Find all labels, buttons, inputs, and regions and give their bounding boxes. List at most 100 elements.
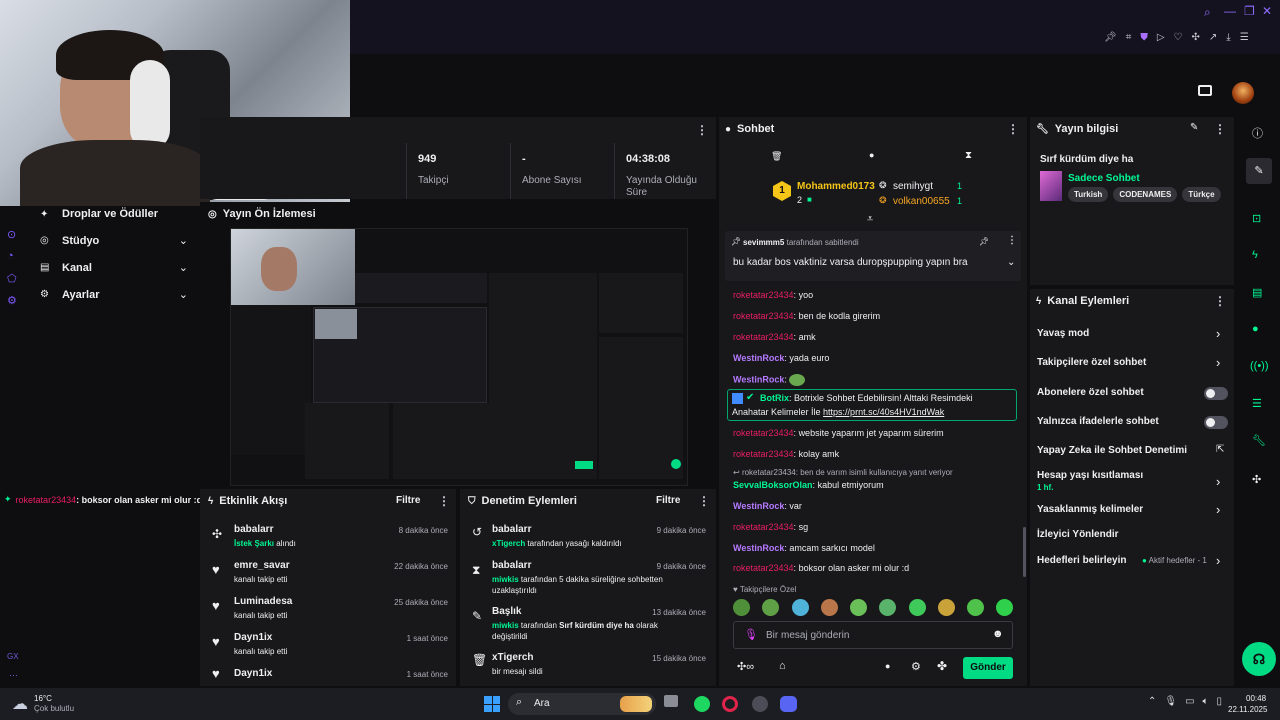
chat-menu-icon[interactable]: ⋮: [1007, 122, 1019, 136]
activity-menu-icon[interactable]: ⋮: [438, 494, 450, 508]
emote-only-toggle[interactable]: [1204, 416, 1228, 429]
action-goals[interactable]: Hedefleri belirleyin ● Aktif hedefler - …: [1030, 552, 1234, 572]
bot-username[interactable]: BotRix: [760, 393, 789, 403]
stats-menu-icon[interactable]: ⋮: [696, 123, 708, 137]
chat-username[interactable]: WestinRock: [733, 374, 784, 384]
opera-gx-icon[interactable]: [722, 696, 738, 712]
trash-icon[interactable]: 🗑︎: [771, 151, 782, 162]
download-icon[interactable]: ⤓: [1226, 32, 1230, 48]
user-avatar[interactable]: [1232, 82, 1254, 104]
pinned-menu-icon[interactable]: ⋮: [1007, 235, 1017, 246]
document-icon[interactable]: ▤: [1252, 286, 1262, 299]
chat-input-box[interactable]: 🎙︎ Bir mesaj gönderin ☻: [733, 621, 1013, 649]
taskbar-search[interactable]: ⌕ Ara: [508, 693, 656, 715]
emote-4[interactable]: [821, 599, 838, 616]
action-ai-moderation[interactable]: Yapay Zeka ile Sohbet Denetimi ⇱: [1030, 442, 1234, 462]
emote-6[interactable]: [879, 599, 896, 616]
category-name[interactable]: Sadece Sohbet: [1068, 173, 1140, 184]
send-button[interactable]: Gönder: [963, 657, 1013, 679]
action-banned-words[interactable]: Yasaklanmış kelimeler ›: [1030, 501, 1234, 521]
target-icon[interactable]: ⊡: [1252, 212, 1261, 225]
action-followers-only[interactable]: Takipçilere özel sohbet ›: [1030, 354, 1234, 374]
emote-8[interactable]: [938, 599, 955, 616]
weather-widget[interactable]: ☁ 16°C Çok bulutlu: [12, 693, 92, 715]
action-slow-mode[interactable]: Yavaş mod ›: [1030, 325, 1234, 345]
action-raid[interactable]: İzleyici Yönlendir: [1030, 526, 1234, 546]
settings-gear-icon[interactable]: ⚙: [911, 660, 921, 673]
chat-username[interactable]: WestinRock: [733, 501, 784, 511]
volume-icon[interactable]: 🔈︎: [1203, 696, 1209, 712]
share-icon[interactable]: ↗: [1209, 32, 1217, 48]
rail-compass-icon[interactable]: ⊙: [7, 228, 16, 241]
puzzle-icon[interactable]: ✣: [1192, 32, 1200, 48]
play-icon[interactable]: ▷: [1157, 32, 1165, 48]
tray-chevron-up-icon[interactable]: ⌃: [1148, 696, 1156, 712]
emote-9[interactable]: [967, 599, 984, 616]
search-icon[interactable]: ⌕: [1204, 5, 1211, 20]
moderation-filter-button[interactable]: Filtre: [656, 495, 680, 506]
chevron-down-icon[interactable]: ⌄: [1007, 257, 1015, 268]
nav-item-drops[interactable]: ✦ Droplar ve Ödüller: [40, 208, 158, 220]
tag[interactable]: CODENAMES: [1113, 187, 1178, 202]
chat-username[interactable]: roketatar23434: [733, 290, 794, 300]
microphone-icon[interactable]: 🎙︎: [1164, 696, 1177, 712]
battery-icon[interactable]: ▯: [1217, 696, 1223, 712]
close-icon[interactable]: ✕: [1262, 4, 1272, 18]
chat-username[interactable]: WestinRock: [733, 543, 784, 553]
chat-username[interactable]: SevvalBoksorOlan: [733, 480, 813, 490]
channel-actions-menu-icon[interactable]: ⋮: [1214, 294, 1226, 308]
bot-link[interactable]: https://prnt.sc/40s4HV1ndWak: [823, 407, 944, 417]
pin-icon[interactable]: 📌︎: [1104, 32, 1117, 48]
nav-item-studio[interactable]: ◎ Stüdyo ⌄: [40, 234, 188, 248]
puzzle-icon[interactable]: ✤: [937, 659, 947, 673]
restore-icon[interactable]: ❐: [1244, 4, 1255, 18]
emote-5[interactable]: [850, 599, 867, 616]
chat-username[interactable]: roketatar23434: [733, 428, 794, 438]
kick-logo-icon[interactable]: ✣∞: [737, 660, 754, 673]
windows-start-button[interactable]: [484, 696, 500, 712]
emoji-icon[interactable]: ☻: [992, 628, 1004, 640]
chat-username[interactable]: WestinRock: [733, 353, 784, 363]
nav-item-channel[interactable]: ▤ Kanal ⌄: [40, 261, 188, 275]
broadcast-icon[interactable]: ((•)): [1250, 360, 1269, 372]
layout-icon[interactable]: ☰: [1252, 397, 1262, 410]
emote-1[interactable]: [733, 599, 750, 616]
chat-bubble-icon[interactable]: ●: [885, 661, 890, 671]
support-button[interactable]: ☊: [1242, 642, 1276, 676]
emote-2[interactable]: [762, 599, 779, 616]
spotify-icon[interactable]: [694, 696, 710, 712]
taskbar-app-icon[interactable]: [752, 696, 768, 712]
chat-username[interactable]: roketatar23434: [733, 332, 794, 342]
emote-3[interactable]: [792, 599, 809, 616]
activity-filter-button[interactable]: Filtre: [396, 495, 420, 506]
chat-scrollbar[interactable]: [1023, 527, 1026, 577]
apps-icon[interactable]: ✣: [1252, 473, 1261, 486]
video-camera-icon[interactable]: [1198, 85, 1212, 96]
rail-box-icon[interactable]: ⬠: [7, 272, 17, 285]
tag[interactable]: Turkish: [1068, 187, 1109, 202]
rail-person-icon[interactable]: ◔: [7, 250, 14, 262]
wrench-icon[interactable]: 🔧︎: [1252, 434, 1266, 447]
emote-7[interactable]: [909, 599, 926, 616]
chat-username[interactable]: roketatar23434: [733, 522, 794, 532]
chat-icon[interactable]: ●: [869, 150, 874, 160]
chat-username[interactable]: roketatar23434: [733, 449, 794, 459]
crop-icon[interactable]: ⌗: [1126, 32, 1132, 48]
discord-icon[interactable]: [780, 696, 797, 712]
hourglass-icon[interactable]: ⧗: [965, 150, 972, 161]
rail-more-icon[interactable]: ⋯: [9, 670, 18, 681]
tag[interactable]: Türkçe: [1182, 187, 1221, 202]
chat-icon[interactable]: ●: [1252, 323, 1259, 335]
stream-info-menu-icon[interactable]: ⋮: [1214, 122, 1226, 136]
unpin-icon[interactable]: 📌︎: [979, 237, 989, 246]
rail-edit-button[interactable]: ✎: [1246, 158, 1272, 184]
action-account-age[interactable]: Hesap yaşı kısıtlaması 1 hf. ›: [1030, 468, 1234, 498]
edit-icon[interactable]: ✎: [1190, 122, 1198, 133]
microphone-icon[interactable]: 🎙︎: [744, 628, 758, 641]
collapse-icon[interactable]: ⩡: [867, 213, 873, 226]
shield-icon[interactable]: ⛊: [1140, 32, 1148, 48]
display-icon[interactable]: ▭: [1185, 696, 1194, 712]
emote-10[interactable]: [996, 599, 1013, 616]
chat-username[interactable]: roketatar23434: [733, 311, 794, 321]
heart-icon[interactable]: ♡: [1174, 32, 1183, 48]
